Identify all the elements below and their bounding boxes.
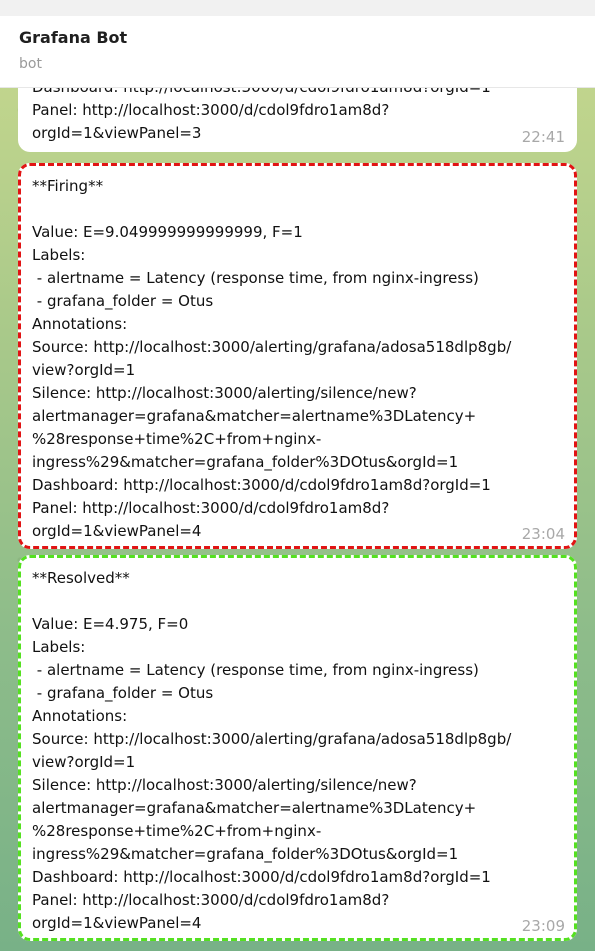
chat-header[interactable]: Grafana Bot bot bbox=[0, 16, 595, 88]
message-text-resolved: **Resolved** Value: E=4.975, F=0 Labels:… bbox=[32, 569, 512, 932]
message-text-firing: **Firing** Value: E=9.049999999999999, F… bbox=[32, 177, 512, 540]
chat-subtitle: bot bbox=[19, 56, 42, 72]
message-bubble-firing[interactable]: **Firing** Value: E=9.049999999999999, F… bbox=[18, 163, 577, 549]
message-time-firing: 23:04 bbox=[521, 525, 565, 543]
message-time-1: 22:41 bbox=[521, 128, 565, 146]
message-time-resolved: 23:09 bbox=[521, 917, 565, 935]
window-top-strip bbox=[0, 0, 595, 16]
chat-title: Grafana Bot bbox=[19, 28, 128, 47]
message-bubble-resolved[interactable]: **Resolved** Value: E=4.975, F=0 Labels:… bbox=[18, 555, 577, 941]
